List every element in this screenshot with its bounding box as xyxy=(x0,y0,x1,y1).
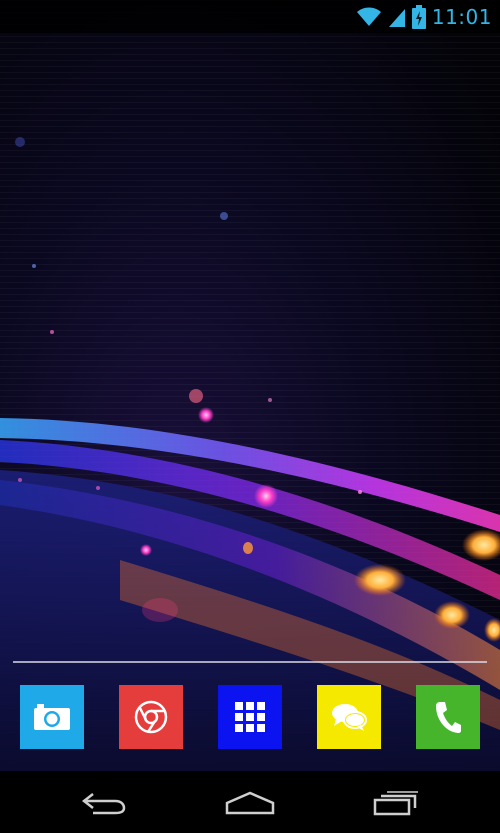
chrome-app-tile[interactable] xyxy=(119,685,183,749)
recent-apps-icon xyxy=(373,791,418,816)
back-button[interactable] xyxy=(72,785,136,821)
dock-divider xyxy=(13,661,487,663)
phone-app-tile[interactable] xyxy=(416,685,480,749)
app-drawer-icon xyxy=(235,702,265,732)
home-icon xyxy=(225,791,275,815)
status-bar: 11:01 xyxy=(0,0,500,33)
navigation-bar xyxy=(0,771,500,833)
camera-icon xyxy=(34,704,70,730)
messaging-icon xyxy=(332,704,367,731)
cell-signal-icon xyxy=(388,9,405,27)
dock xyxy=(0,685,500,751)
status-clock: 11:01 xyxy=(431,5,492,29)
app-drawer-tile[interactable] xyxy=(218,685,282,749)
battery-charging-icon xyxy=(411,5,426,29)
home-button[interactable] xyxy=(218,785,282,821)
recent-apps-button[interactable] xyxy=(364,785,428,821)
camera-app-tile[interactable] xyxy=(20,685,84,749)
phone-icon xyxy=(436,702,461,733)
wifi-icon xyxy=(356,7,381,26)
back-icon xyxy=(81,793,126,815)
chrome-icon xyxy=(134,700,168,734)
messaging-app-tile[interactable] xyxy=(317,685,381,749)
